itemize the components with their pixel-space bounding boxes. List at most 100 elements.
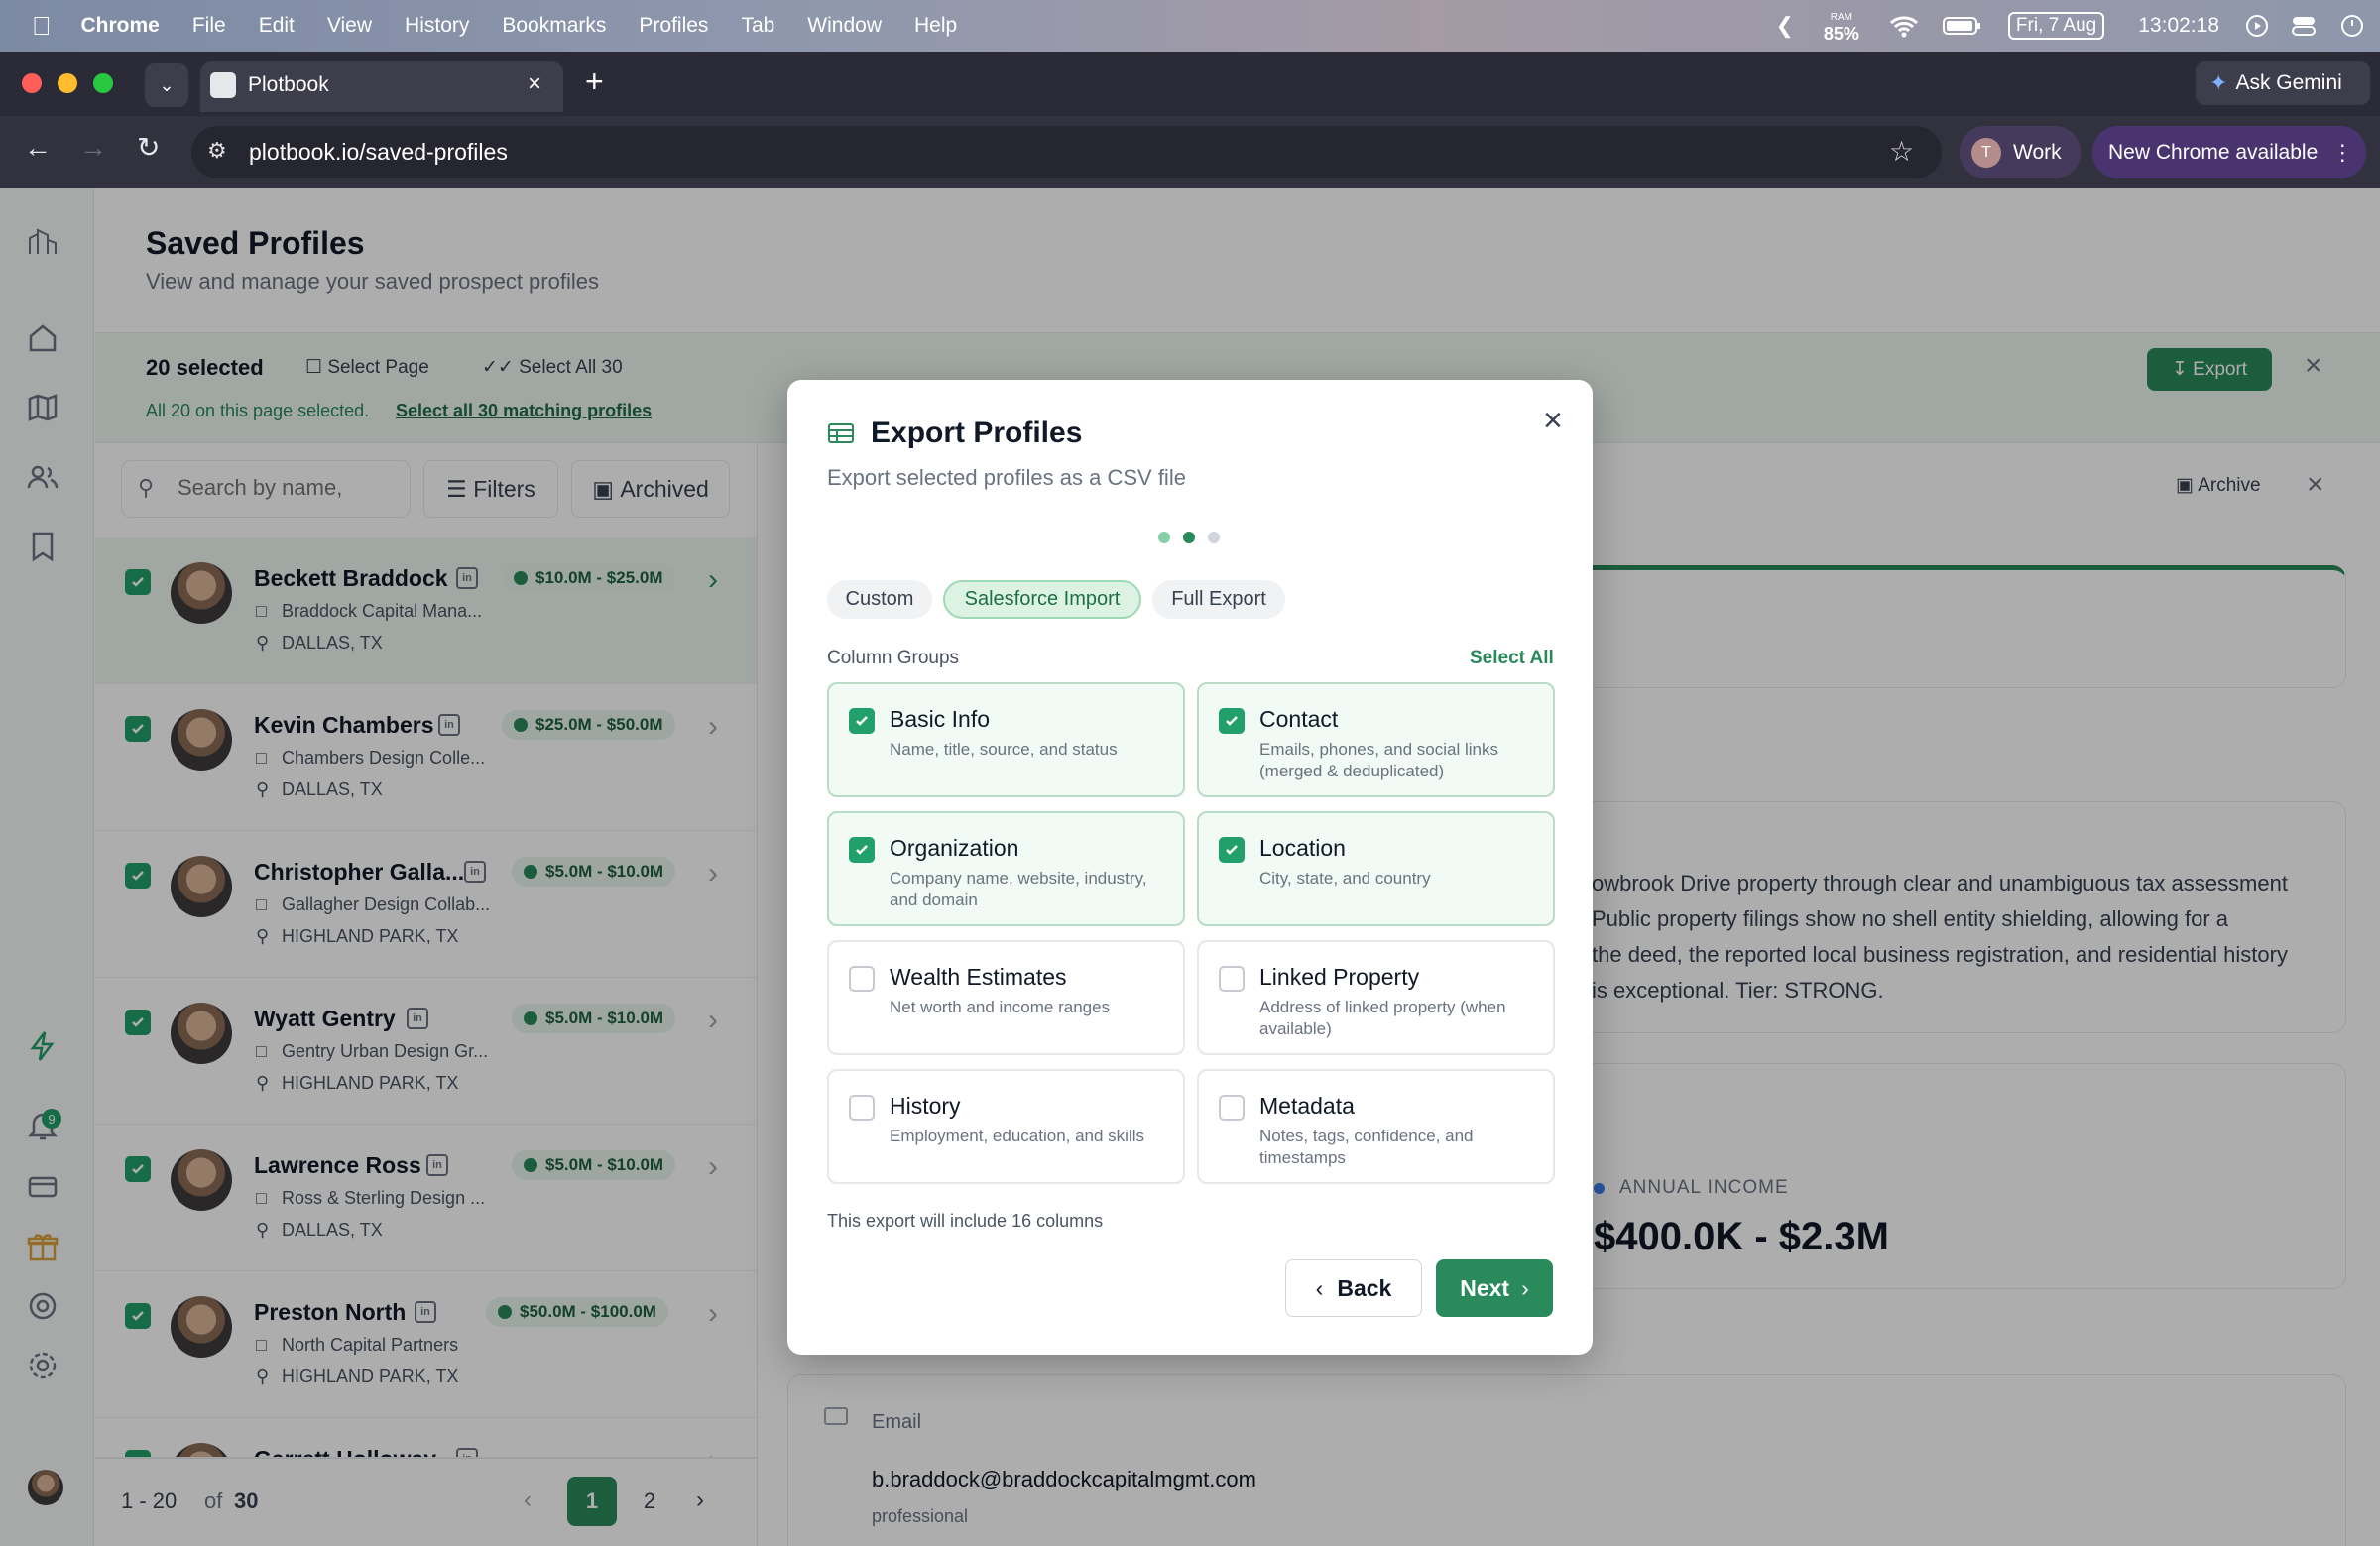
- group-title: Metadata: [1259, 1093, 1355, 1119]
- group-checkbox[interactable]: [1219, 837, 1245, 863]
- menu-help[interactable]: Help: [914, 14, 957, 38]
- next-button[interactable]: Next ›: [1436, 1259, 1553, 1317]
- group-title: Basic Info: [890, 706, 990, 732]
- export-profiles-dialog: Export Profiles × Export selected profil…: [787, 380, 1593, 1355]
- step-dot: [1158, 532, 1170, 543]
- menu-history[interactable]: History: [405, 14, 469, 38]
- group-description: City, state, and country: [1259, 869, 1431, 888]
- select-all-columns-link[interactable]: Select All: [1470, 648, 1554, 669]
- group-description: Address of linked property (when availab…: [1259, 998, 1506, 1038]
- group-title: Location: [1259, 835, 1346, 861]
- preset-salesforce-import[interactable]: Salesforce Import: [943, 580, 1141, 619]
- apple-icon[interactable]: : [32, 11, 52, 42]
- column-group-metadata[interactable]: Metadata Notes, tags, confidence, and tim…: [1197, 1069, 1555, 1184]
- mac-menu-bar:  Chrome File Edit View History Bookmark…: [0, 0, 2380, 52]
- step-dot: [1208, 532, 1220, 543]
- group-checkbox[interactable]: [1219, 708, 1245, 734]
- group-description: Notes, tags, confidence, and timestamps: [1259, 1127, 1474, 1167]
- menu-edit[interactable]: Edit: [259, 14, 295, 38]
- group-checkbox[interactable]: [1219, 966, 1245, 992]
- group-checkbox[interactable]: [849, 966, 875, 992]
- tab-list-button[interactable]: ⌄: [145, 63, 188, 107]
- group-description: Name, title, source, and status: [890, 740, 1118, 759]
- ram-value: 85%: [1823, 24, 1859, 44]
- profile-chip[interactable]: T Work: [1960, 126, 2081, 178]
- group-checkbox[interactable]: [849, 708, 875, 734]
- next-label: Next: [1460, 1274, 1510, 1301]
- control-center-icon[interactable]: [2291, 14, 2319, 38]
- menu-file[interactable]: File: [192, 14, 226, 38]
- group-description: Company name, website, industry, and dom…: [890, 869, 1147, 909]
- table-icon: [828, 423, 854, 443]
- column-group-contact[interactable]: Contact Emails, phones, and social links …: [1197, 682, 1555, 797]
- menubar-time[interactable]: 13:02:18: [2138, 14, 2219, 38]
- group-title: Organization: [890, 835, 1019, 861]
- profile-name: Work: [2013, 140, 2062, 164]
- dialog-title: Export Profiles: [871, 416, 1083, 449]
- plotbook-favicon: [210, 72, 236, 98]
- menu-tab[interactable]: Tab: [741, 14, 774, 38]
- close-window-button[interactable]: [22, 73, 42, 93]
- chevron-right-icon: ›: [1521, 1274, 1529, 1301]
- column-group-location[interactable]: Location City, state, and country: [1197, 811, 1555, 926]
- group-checkbox[interactable]: [1219, 1095, 1245, 1121]
- ram-indicator[interactable]: RAM 85%: [1823, 10, 1859, 44]
- preset-custom[interactable]: Custom: [827, 580, 932, 619]
- url-text: plotbook.io/saved-profiles: [249, 139, 508, 165]
- browser-tab-plotbook[interactable]: Plotbook ×: [200, 61, 563, 112]
- ask-gemini-button[interactable]: ✦ Ask Gemini: [2196, 61, 2370, 105]
- battery-icon[interactable]: [1942, 16, 1982, 36]
- close-dialog-icon[interactable]: ×: [1543, 402, 1563, 440]
- group-title: Contact: [1259, 706, 1339, 732]
- back-button[interactable]: ‹ Back: [1285, 1259, 1422, 1317]
- column-group-history[interactable]: History Employment, education, and skills: [827, 1069, 1185, 1184]
- close-tab-icon[interactable]: ×: [528, 70, 541, 98]
- step-dot: [1183, 532, 1195, 543]
- menu-profiles[interactable]: Profiles: [639, 14, 708, 38]
- chevron-left-icon: ‹: [1315, 1274, 1324, 1301]
- back-arrow-icon[interactable]: ←: [24, 132, 52, 164]
- new-tab-button[interactable]: +: [585, 63, 604, 100]
- menu-window[interactable]: Window: [807, 14, 882, 38]
- back-label: Back: [1337, 1274, 1392, 1301]
- maximize-window-button[interactable]: [93, 73, 113, 93]
- tab-title: Plotbook: [248, 73, 329, 96]
- group-checkbox[interactable]: [849, 1095, 875, 1121]
- address-bar[interactable]: ⚙ plotbook.io/saved-profiles ☆: [191, 126, 1942, 178]
- menu-bookmarks[interactable]: Bookmarks: [502, 14, 606, 38]
- clock-icon[interactable]: [2340, 14, 2364, 38]
- group-description: Emails, phones, and social links (merged…: [1259, 740, 1498, 780]
- preset-full-export[interactable]: Full Export: [1152, 580, 1285, 619]
- column-group-linked-property[interactable]: Linked Property Address of linked propert…: [1197, 940, 1555, 1055]
- column-group-wealth-estimates[interactable]: Wealth Estimates Net worth and income ran…: [827, 940, 1185, 1055]
- column-groups-label: Column Groups: [827, 648, 960, 668]
- chevron-left-icon[interactable]: ❮: [1775, 13, 1793, 39]
- group-title: History: [890, 1093, 961, 1119]
- more-vertical-icon[interactable]: ⋮: [2331, 140, 2353, 166]
- menubar-date[interactable]: Fri, 7 Aug: [2007, 12, 2105, 40]
- group-checkbox[interactable]: [849, 837, 875, 863]
- minimize-window-button[interactable]: [58, 73, 77, 93]
- dialog-subtitle: Export selected profiles as a CSV file: [827, 465, 1186, 490]
- modal-backdrop-rail[interactable]: [0, 188, 95, 1546]
- profile-avatar: T: [1971, 137, 2001, 168]
- site-settings-icon[interactable]: ⚙: [207, 138, 227, 164]
- forward-arrow-icon[interactable]: →: [79, 132, 107, 164]
- group-description: Net worth and income ranges: [890, 998, 1111, 1016]
- bookmark-star-icon[interactable]: ☆: [1889, 135, 1914, 168]
- play-circle-icon[interactable]: [2245, 14, 2269, 38]
- column-group-organization[interactable]: Organization Company name, website, indus…: [827, 811, 1185, 926]
- reload-icon[interactable]: ↻: [137, 131, 160, 164]
- menu-app-name[interactable]: Chrome: [81, 14, 160, 38]
- column-group-basic-info[interactable]: Basic Info Name, title, source, and statu…: [827, 682, 1185, 797]
- new-chrome-available-button[interactable]: New Chrome available ⋮: [2092, 126, 2366, 178]
- group-description: Employment, education, and skills: [890, 1127, 1145, 1145]
- group-title: Wealth Estimates: [890, 964, 1067, 990]
- gemini-sparkle-icon: ✦: [2209, 70, 2228, 95]
- menu-view[interactable]: View: [327, 14, 372, 38]
- column-count-note: This export will include 16 columns: [827, 1211, 1104, 1231]
- ask-gemini-label: Ask Gemini: [2235, 71, 2342, 94]
- update-label: New Chrome available: [2108, 140, 2319, 164]
- wifi-icon[interactable]: [1889, 14, 1919, 38]
- group-title: Linked Property: [1259, 964, 1420, 990]
